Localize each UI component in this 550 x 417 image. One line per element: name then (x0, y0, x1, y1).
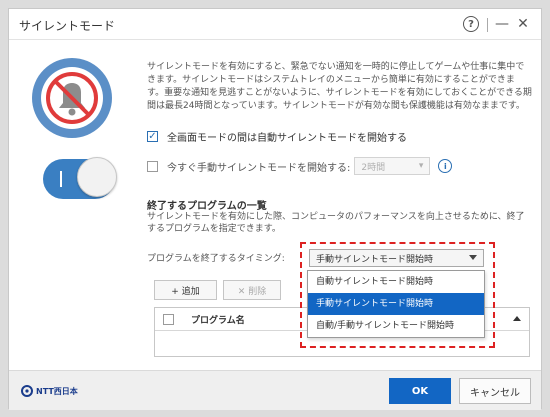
sort-ascending-icon[interactable] (513, 316, 521, 321)
timing-label: プログラムを終了するタイミング: (147, 254, 285, 264)
help-icon: ? (463, 16, 479, 32)
manual-now-option[interactable]: 今すぐ手動サイレントモードを開始する: 2時間 ▾ i (147, 157, 453, 175)
cancel-button[interactable]: キャンセル (459, 378, 531, 404)
close-button[interactable]: ✕ (513, 14, 533, 34)
toggle-knob (77, 157, 117, 197)
minimize-button[interactable]: — (492, 14, 512, 34)
toggle-on-indicator (60, 171, 62, 187)
hours-select: 2時間 ▾ (354, 157, 431, 175)
programs-section-title: 終了するプログラムの一覧 (147, 201, 267, 212)
silent-mode-toggle[interactable] (43, 157, 117, 199)
add-program-button[interactable]: + 追加 (154, 280, 217, 300)
timing-selected-value: 手動サイレントモード開始時 (316, 254, 434, 265)
hours-value: 2時間 (361, 162, 386, 173)
select-all-checkbox[interactable] (163, 313, 174, 325)
window-title: サイレントモード (19, 19, 116, 33)
fullscreen-option[interactable]: ✓ 全画面モードの間は自動サイレントモードを開始する (147, 129, 407, 144)
programs-section-description: サイレントモードを有効にした際、コンピュータのパフォーマンスを向上させるために、… (147, 212, 525, 234)
logo-text: NTT西日本 (36, 386, 78, 396)
silent-mode-description: サイレントモードを有効にすると、緊急でない通知を一時的に停止してゲームや仕事に集… (147, 62, 532, 111)
manual-now-checkbox[interactable] (147, 160, 158, 172)
help-button[interactable]: ? (461, 14, 481, 34)
title-separator (487, 18, 488, 32)
dialog-window: サイレントモード ? — ✕ サイレントモードを有効にすると、緊急でない通知を一… (8, 8, 542, 410)
delete-program-button: ✕ 削除 (223, 280, 281, 300)
chevron-down-icon (469, 255, 477, 260)
program-name-column-header[interactable]: プログラム名 (191, 313, 245, 326)
timing-option-auto-manual[interactable]: 自動/手動サイレントモード開始時 (308, 315, 484, 337)
timing-dropdown-menu: 自動サイレントモード開始時 手動サイレントモード開始時 自動/手動サイレントモー… (307, 270, 485, 338)
chevron-down-icon: ▾ (418, 161, 424, 171)
timing-option-auto[interactable]: 自動サイレントモード開始時 (308, 271, 484, 293)
dialog-footer: NTT西日本 OK キャンセル (9, 370, 541, 410)
fullscreen-label: 全画面モードの間は自動サイレントモードを開始する (167, 133, 407, 144)
ok-button[interactable]: OK (389, 378, 451, 404)
muted-bell-icon (30, 56, 114, 140)
title-bar: サイレントモード ? — ✕ (9, 9, 541, 40)
timing-option-manual[interactable]: 手動サイレントモード開始時 (308, 293, 484, 315)
info-icon[interactable]: i (438, 159, 453, 173)
timing-select[interactable]: 手動サイレントモード開始時 (309, 249, 484, 267)
manual-now-label: 今すぐ手動サイレントモードを開始する: (167, 162, 351, 174)
ntt-logo: NTT西日本 (21, 385, 78, 397)
fullscreen-checkbox[interactable]: ✓ (147, 131, 158, 142)
ntt-logo-icon (21, 385, 33, 397)
